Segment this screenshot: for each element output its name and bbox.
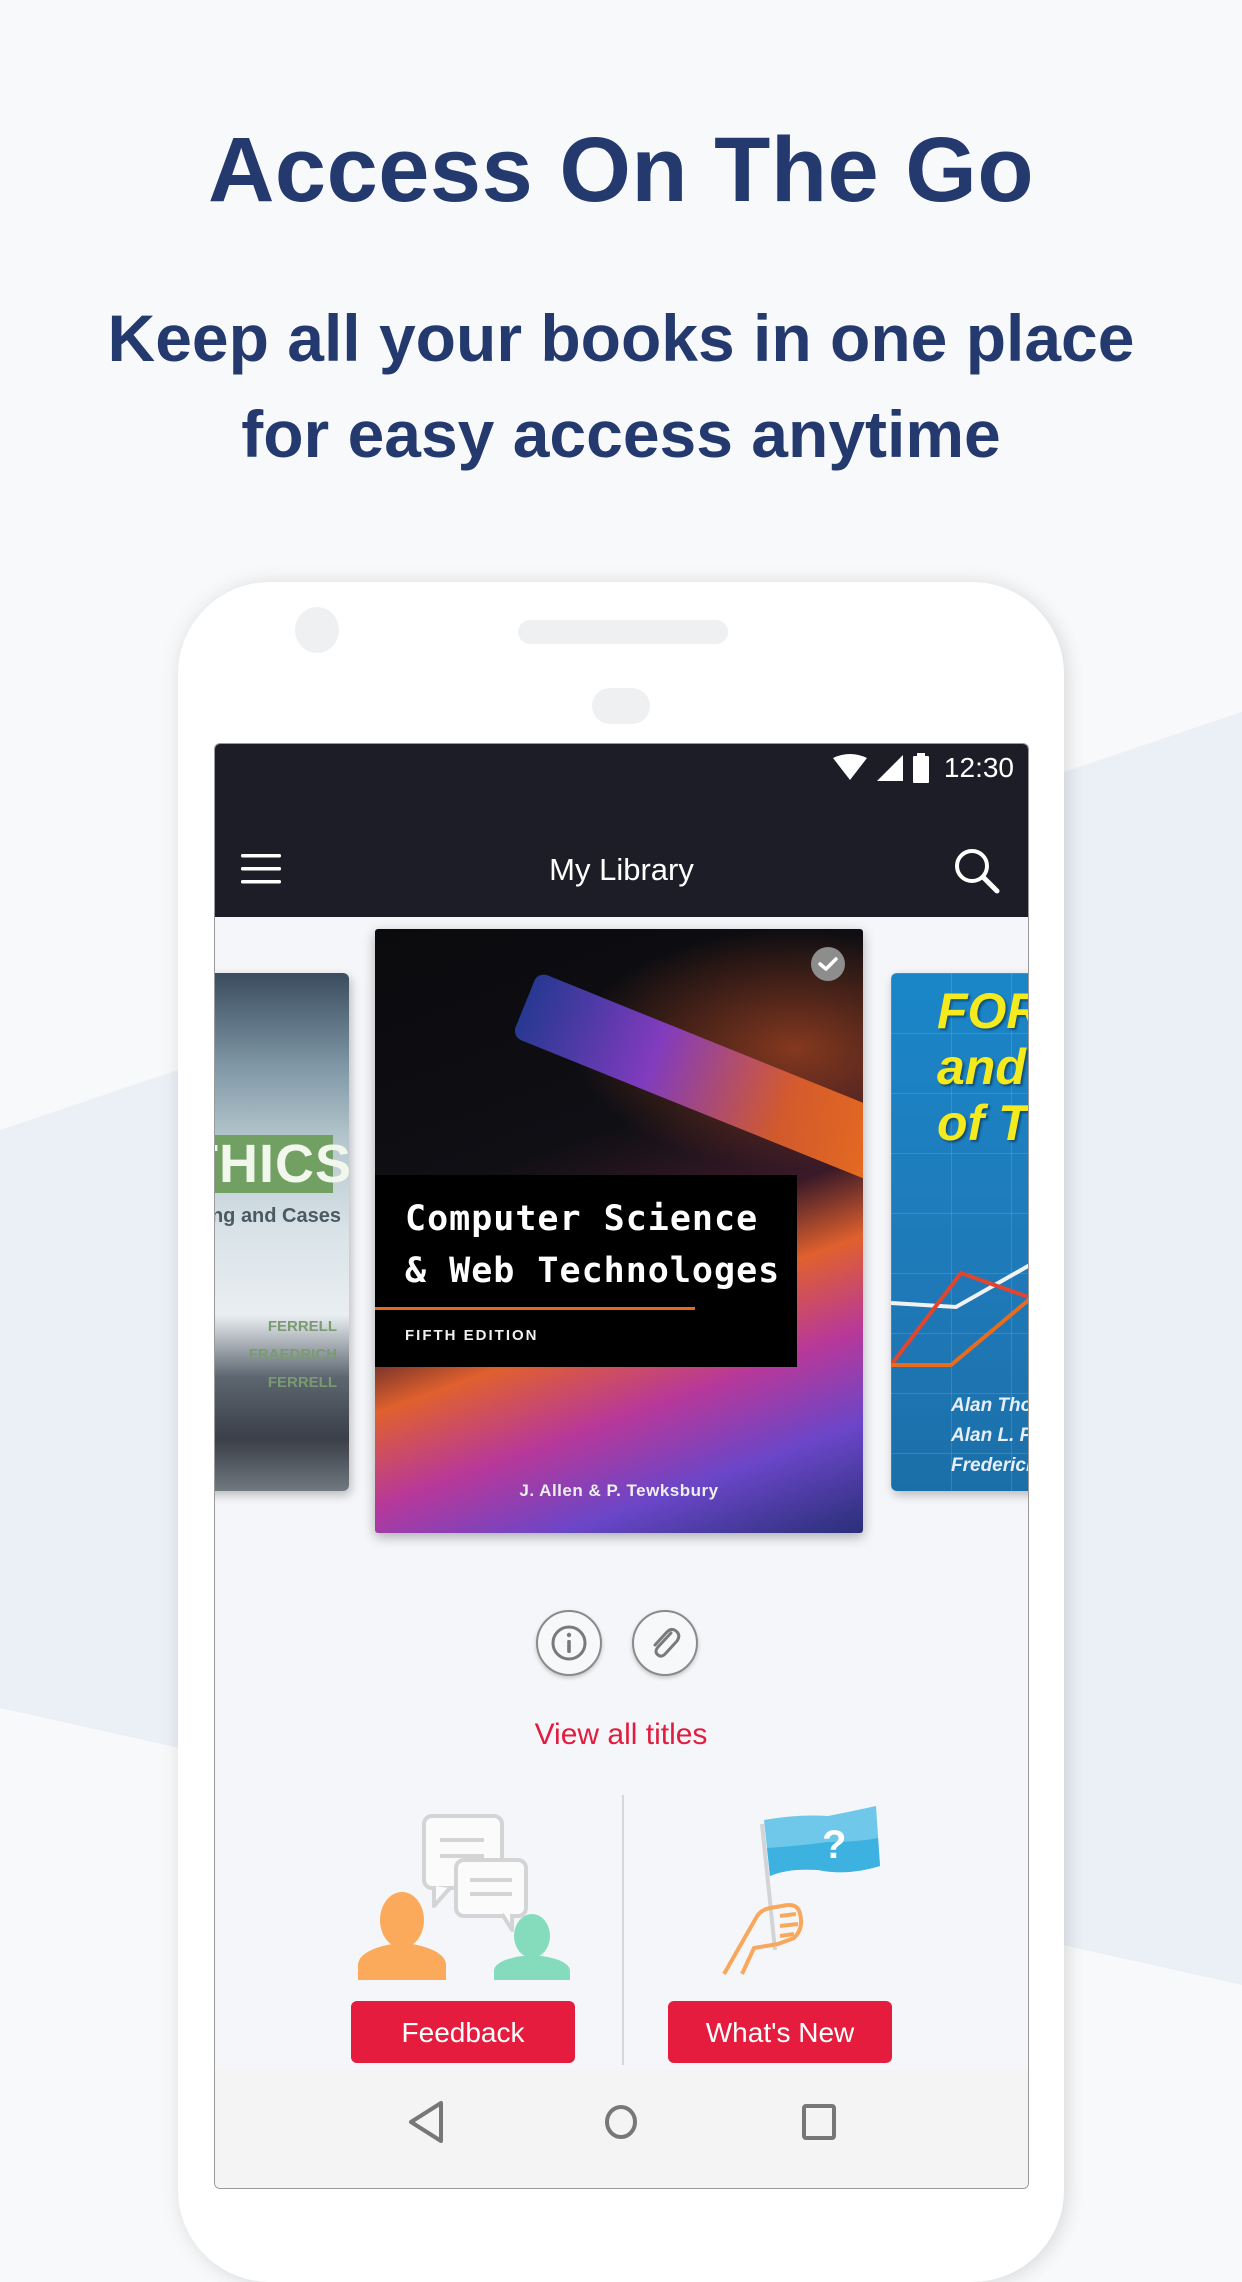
phone-camera [295, 607, 339, 653]
book-left-author: FRAEDRICH [248, 1346, 337, 1363]
app-bar: My Library [215, 794, 1028, 917]
home-icon[interactable] [603, 2100, 639, 2144]
info-button[interactable] [536, 1610, 602, 1676]
promo-subline-line-2: for easy access anytime [241, 397, 1001, 471]
book-right-title-line: and M [937, 1039, 1028, 1095]
whats-new-illustration: ? [722, 1806, 880, 1975]
book-actions [536, 1610, 698, 1676]
book-title: Computer Science & Web Technologes [405, 1193, 780, 1297]
book-cover-left[interactable]: THICS ing and Cases FERRELL FRAEDRICH FE… [214, 973, 349, 1491]
book-right-title-line: FORE [937, 983, 1028, 1039]
cover-rule [375, 1307, 695, 1310]
paperclip-icon [653, 1627, 681, 1658]
signal-icon [876, 755, 903, 781]
recents-icon[interactable] [801, 2100, 837, 2144]
book-right-author: Alan Tho [951, 1395, 1029, 1416]
book-left-author: FERRELL [267, 1318, 337, 1335]
book-left-subtitle: ing and Cases [214, 1205, 341, 1227]
promo-subline: Keep all your books in one place for eas… [0, 290, 1242, 482]
search-icon[interactable] [952, 846, 1002, 896]
attachment-button[interactable] [632, 1610, 698, 1676]
book-left-author: FERRELL [267, 1374, 337, 1391]
feedback-illustration [358, 1814, 570, 1980]
app-title: My Library [549, 852, 694, 887]
status-bar: 12:30 [215, 744, 1028, 794]
downloaded-check-icon[interactable] [811, 947, 845, 981]
svg-text:?: ? [822, 1823, 846, 1867]
back-icon[interactable] [407, 2100, 447, 2144]
book-cover-selected[interactable]: Computer Science & Web Technologes FIFTH… [375, 929, 863, 1533]
battery-icon [912, 753, 929, 783]
book-right-author: Frederick [951, 1455, 1029, 1476]
status-time: 12:30 [943, 752, 1014, 783]
book-left-authors: FERRELL FRAEDRICH FERRELL [249, 1313, 337, 1397]
book-right-author: Alan L. P [951, 1425, 1029, 1446]
info-icon [551, 1625, 587, 1661]
phone-speaker [518, 620, 728, 644]
book-right-authors: Alan Tho Alan L. P Frederick [951, 1391, 1029, 1481]
book-edition: FIFTH EDITION [405, 1327, 539, 1344]
cover-art-laptop [511, 971, 863, 1194]
cover-chart-art [891, 1263, 1028, 1367]
feedback-button[interactable]: Feedback [351, 2001, 575, 2063]
book-left-title: THICS [215, 1135, 349, 1193]
android-nav-bar [215, 2070, 1028, 2188]
book-title-line-1: Computer Science [405, 1199, 759, 1239]
book-title-line-2: & Web Technologes [405, 1251, 781, 1291]
phone-sensor [592, 688, 650, 724]
whats-new-button[interactable]: What's New [668, 2001, 892, 2063]
book-carousel[interactable]: THICS ing and Cases FERRELL FRAEDRICH FE… [214, 917, 1029, 1533]
promo-headline: Access On The Go [207, 119, 1035, 221]
wifi-icon [832, 754, 867, 780]
book-right-title: FORE and M of TEC [937, 983, 1029, 1151]
book-author: J. Allen & P. Tewksbury [519, 1481, 719, 1500]
book-cover-right[interactable]: FORE and M of TEC Alan Tho Alan L. P Fre… [891, 973, 1029, 1491]
book-right-title-line: of TEC [937, 1095, 1029, 1151]
card-divider [622, 1795, 624, 2065]
promo-subline-line-1: Keep all your books in one place [107, 301, 1135, 375]
cover-title-box: Computer Science & Web Technologes FIFTH… [375, 1175, 797, 1367]
view-all-titles-link[interactable]: View all titles [0, 1718, 1242, 1752]
